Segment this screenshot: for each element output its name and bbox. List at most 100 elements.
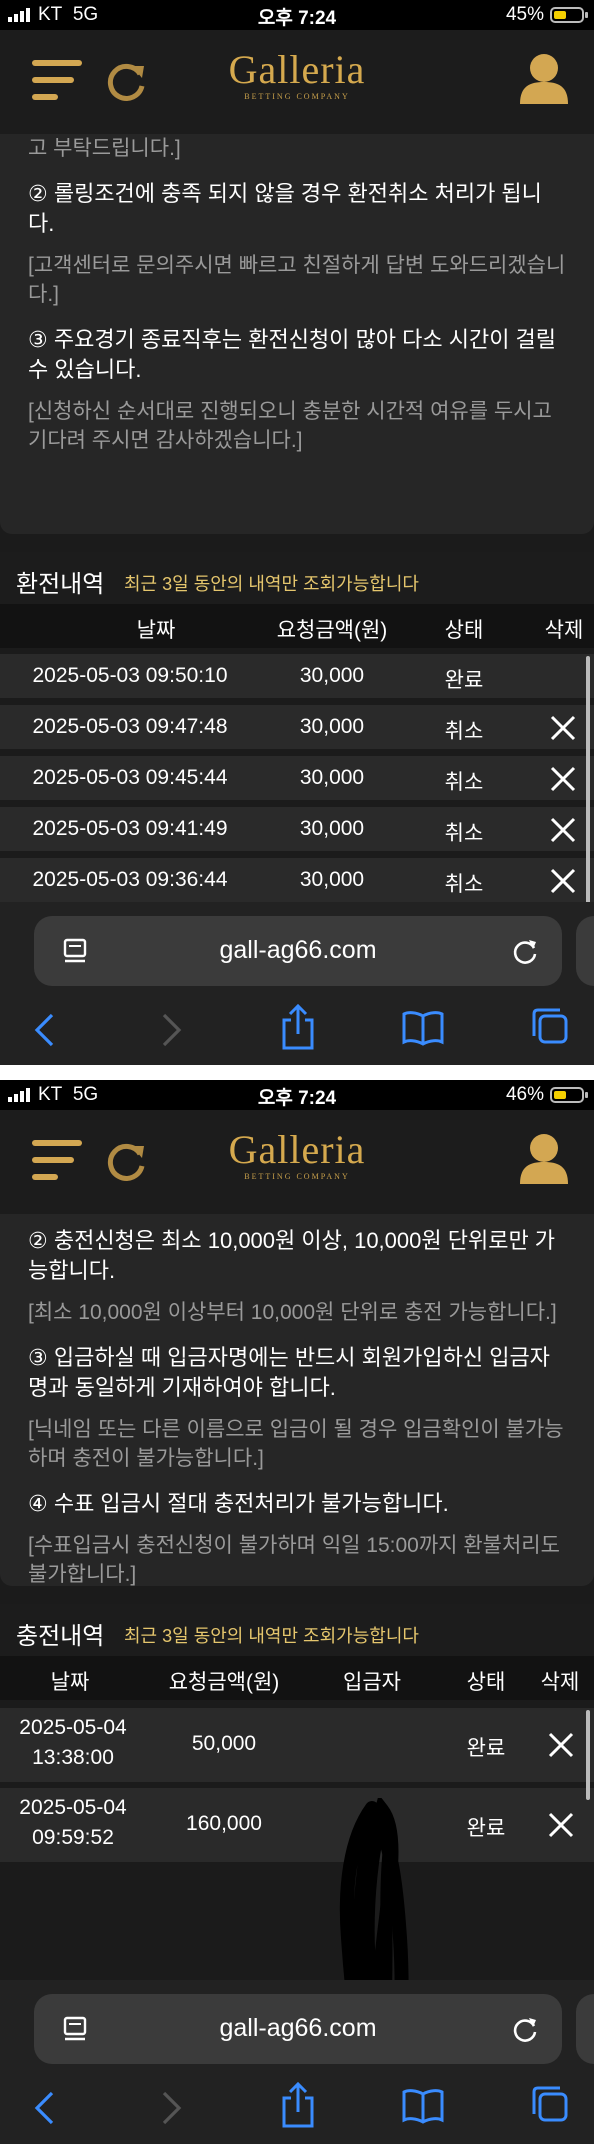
share-icon[interactable] [280,1004,316,1050]
url-text: gall-ag66.com [219,936,377,964]
column-date: 날짜 [50,1671,90,1694]
scrollbar[interactable] [586,1710,590,1800]
row-amount: 30,000 [299,715,365,738]
row-status: 완료 [466,1737,506,1760]
notice-text: 고 부탁드립니다.] [28,137,181,160]
logo[interactable]: Galleria BETTING COMPANY [0,1130,594,1182]
row-amount: 30,000 [299,817,365,840]
delete-x-icon[interactable] [550,817,576,843]
row-amount: 50,000 [191,1732,257,1755]
battery-icon [550,1087,588,1103]
table-header: 날짜 요청금액(원) 입금자 상태 삭제 [0,1656,594,1700]
withdrawal-history-header: 환전내역 최근 3일 동안의 내역만 조회가능합니다 [0,552,594,604]
clock: 오후 7:24 [257,8,337,29]
status-bar: KT 5G 오후 7:24 45% [0,0,594,30]
battery-percent: 45% [505,4,544,25]
section-hint: 최근 3일 동안의 내역만 조회가능합니다 [124,1626,419,1646]
column-status: 상태 [444,619,484,642]
table-row: 2025-05-04 09:59:52 160,000 완료 [0,1788,594,1862]
row-status: 완료 [466,1817,506,1840]
table-row: 2025-05-03 09:36:44 30,000 취소 [0,858,594,902]
table-row: 2025-05-03 09:45:44 30,000 취소 [0,756,594,800]
withdrawal-notice: 고 부탁드립니다.] ② 롤링조건에 충족 되지 않을 경우 환전취소 처리가 … [0,134,594,534]
row-amount: 30,000 [299,868,365,891]
row-status: 취소 [444,720,484,743]
site-header: Galleria BETTING COMPANY [0,30,594,134]
table-row: 2025-05-03 09:47:48 30,000 취소 [0,705,594,749]
notice-text: [고객센터로 문의주시면 빠르고 친절하게 답변 도와드리겠습니다.] [28,254,566,306]
notice-rule: ④ 수표 입금시 절대 충전처리가 불가능합니다. [28,1491,449,1516]
column-amount: 요청금액(원) [276,619,388,642]
notice-rule: ② 충전신청은 최소 10,000원 이상, 10,000원 단위로만 가능합니… [28,1228,556,1283]
address-bar[interactable]: gall-ag66.com [34,1994,562,2064]
bookmarks-icon[interactable] [402,1010,444,1046]
row-date-day: 2025-05-04 [19,1796,127,1819]
section-title: 환전내역 [16,571,105,598]
browser-toolbar: gall-ag66.com [0,1980,594,2144]
row-amount: 160,000 [186,1812,262,1835]
share-icon[interactable] [280,2082,316,2128]
reload-icon[interactable] [510,2014,540,2044]
reload-icon[interactable] [510,936,540,966]
site-header: Galleria BETTING COMPANY [0,1110,594,1214]
notice-rule: ③ 주요경기 종료직후는 환전신청이 많아 다소 시간이 걸릴 수 있습니다. [28,327,557,382]
url-text: gall-ag66.com [219,2014,377,2042]
scrollbar[interactable] [586,656,590,906]
row-amount: 30,000 [299,664,365,687]
notice-text: [수표입금시 충전신청이 불가하며 익일 15:00까지 환불처리도 불가합니다… [28,1534,560,1586]
row-date: 2025-05-03 09:36:44 [32,868,228,891]
row-date: 2025-05-03 09:45:44 [32,766,228,789]
row-date: 2025-05-03 09:41:49 [32,817,228,840]
back-icon[interactable] [32,2090,56,2126]
battery-percent: 46% [505,1084,544,1105]
row-status: 취소 [444,873,484,896]
deposit-history-header: 충전내역 최근 3일 동안의 내역만 조회가능합니다 [0,1604,594,1656]
battery-icon [550,7,588,23]
delete-x-icon[interactable] [550,766,576,792]
delete-x-icon[interactable] [548,1812,574,1838]
row-date-time: 13:38:00 [32,1746,114,1769]
row-date: 2025-05-03 09:50:10 [32,664,228,687]
row-status: 취소 [444,822,484,845]
column-date: 날짜 [136,619,176,642]
next-tab-card[interactable] [576,916,594,986]
column-delete: 삭제 [540,1671,580,1694]
delete-x-icon[interactable] [548,1732,574,1758]
forward-icon[interactable] [160,2090,184,2126]
browser-toolbar: gall-ag66.com [0,902,594,1065]
column-delete: 삭제 [544,619,584,642]
notice-rule: ③ 입금하실 때 입금자명에는 반드시 회원가입하신 입금자명과 동일하게 기재… [28,1345,550,1400]
row-amount: 30,000 [299,766,365,789]
deposit-notice: ② 충전신청은 최소 10,000원 이상, 10,000원 단위로만 가능합니… [0,1214,594,1586]
row-date-time: 09:59:52 [32,1826,114,1849]
screenshot-deposit: KT 5G 오후 7:24 46% Galleria BETTING COMPA… [0,1080,594,2144]
screenshot-withdrawal: KT 5G 오후 7:24 45% Galleria BETTING COMPA… [0,0,594,1065]
row-date: 2025-05-03 09:47:48 [32,715,228,738]
column-amount: 요청금액(원) [168,1671,280,1694]
tab-overview-icon[interactable] [530,2084,570,2124]
forward-icon[interactable] [160,1012,184,1048]
delete-x-icon[interactable] [550,715,576,741]
column-depositor: 입금자 [343,1671,401,1694]
status-bar: KT 5G 오후 7:24 46% [0,1080,594,1110]
logo[interactable]: Galleria BETTING COMPANY [0,50,594,102]
row-status: 완료 [444,669,484,692]
notice-text: [닉네임 또는 다른 이름으로 입금이 될 경우 입금확인이 불가능하며 충전이… [28,1418,564,1470]
delete-x-icon[interactable] [550,868,576,894]
tab-overview-icon[interactable] [530,1006,570,1046]
bookmarks-icon[interactable] [402,2088,444,2124]
table-row: 2025-05-03 09:41:49 30,000 취소 [0,807,594,851]
back-icon[interactable] [32,1012,56,1048]
notice-text: [신청하신 순서대로 진행되오니 충분한 시간적 여유를 두시고 기다려 주시면… [28,400,552,452]
section-hint: 최근 3일 동안의 내역만 조회가능합니다 [124,574,419,594]
notice-text: [최소 10,000원 이상부터 10,000원 단위로 충전 가능합니다.] [28,1301,557,1324]
user-icon[interactable] [518,52,570,106]
section-title: 충전내역 [16,1623,105,1650]
row-status: 취소 [444,771,484,794]
address-bar[interactable]: gall-ag66.com [34,916,562,986]
table-header: 날짜 요청금액(원) 상태 삭제 [0,604,594,648]
next-tab-card[interactable] [576,1994,594,2064]
row-date-day: 2025-05-04 [19,1716,127,1739]
table-row: 2025-05-03 09:50:10 30,000 완료 [0,654,594,698]
user-icon[interactable] [518,1132,570,1186]
